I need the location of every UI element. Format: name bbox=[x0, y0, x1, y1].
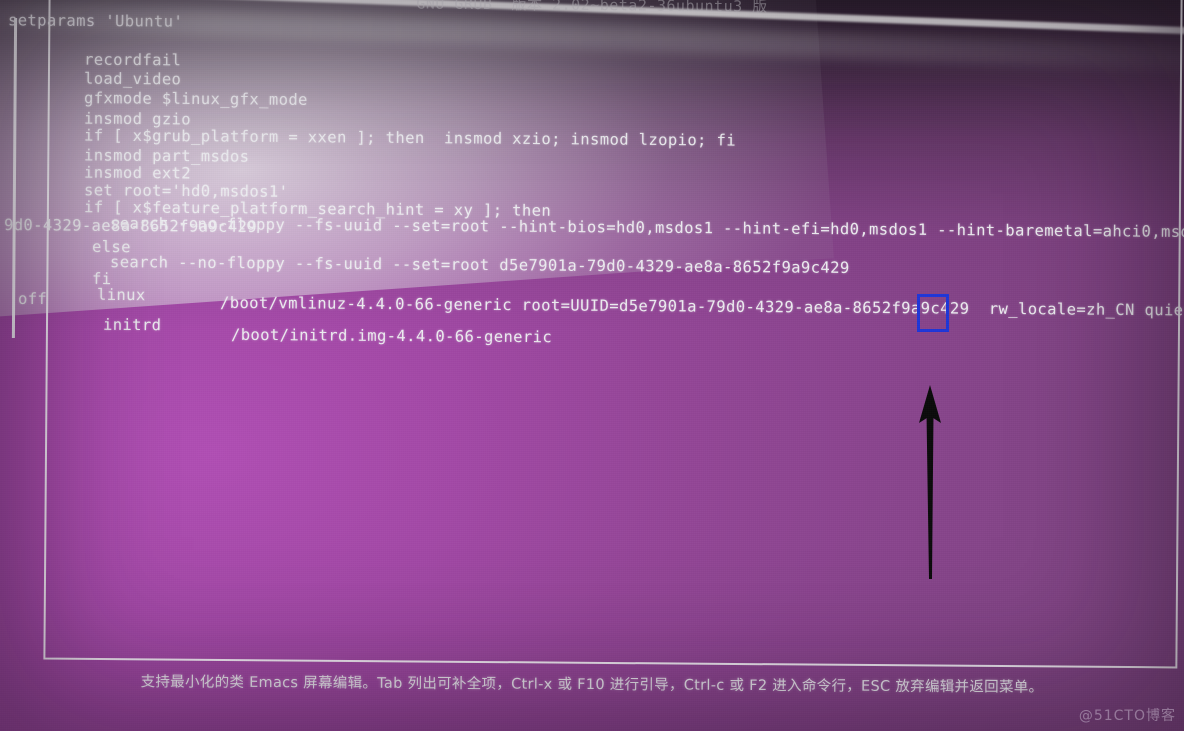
grub-script-line[interactable]: insmod ext2 bbox=[84, 164, 191, 183]
grub-script-line[interactable]: initrd bbox=[103, 316, 162, 334]
grub-script-line[interactable]: /boot/initrd.img-4.4.0-66-generic bbox=[231, 326, 552, 347]
grub-script-line[interactable]: insmod part_msdos bbox=[84, 146, 250, 165]
grub-script-line[interactable]: linux bbox=[97, 286, 146, 304]
rw-parameter-highlight-box bbox=[917, 294, 949, 332]
grub-script-line[interactable]: load_video bbox=[84, 70, 181, 89]
grub-script-line[interactable]: gfxmode $linux_gfx_mode bbox=[84, 89, 308, 109]
wrapped-line-fragment: off bbox=[17, 289, 48, 309]
grub-edit-screen-photo: GNU GRUB 版本 2.02~beta2-36ubuntu3 版 setpa… bbox=[0, 0, 1184, 731]
setparams-header: setparams 'Ubuntu' bbox=[7, 11, 184, 31]
site-watermark: @51CTO博客 bbox=[1078, 708, 1176, 724]
edit-cursor-token: rw_ bbox=[988, 299, 1019, 319]
grub-script-line[interactable]: recordfail bbox=[84, 51, 181, 70]
